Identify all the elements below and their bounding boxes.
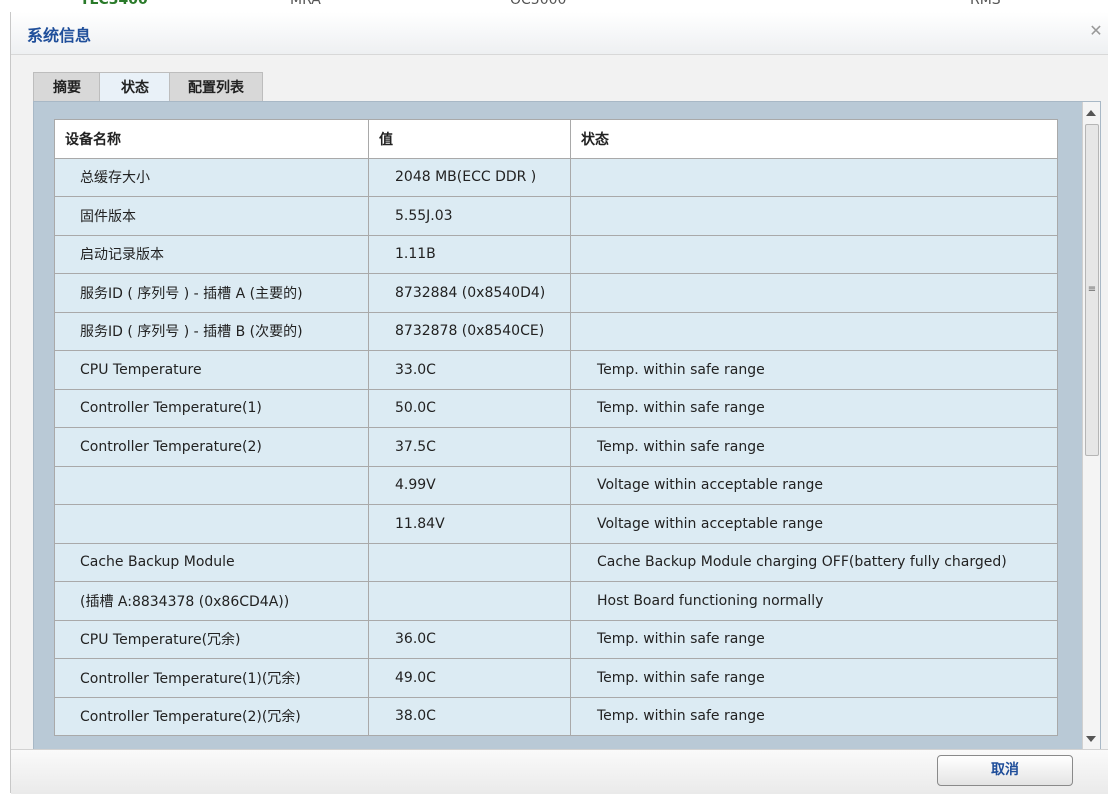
table-row: 总缓存大小 2048 MB(ECC DDR ) — [54, 157, 1058, 197]
value-cell: 49.0C — [368, 658, 571, 698]
table-row: Controller Temperature(2) 37.5C Temp. with… — [54, 427, 1058, 467]
status-cell: Cache Backup Module charging OFF(battery… — [570, 542, 1058, 582]
device-name-cell — [54, 504, 369, 544]
device-name-cell: Controller Temperature(2)(冗余) — [54, 696, 369, 736]
table-row: Controller Temperature(1) 50.0C Temp. with… — [54, 388, 1058, 428]
status-panel: 设备名称 值 状态 总缓存大小 2048 MB(ECC DDR ) 固件版本 5.55… — [33, 101, 1101, 751]
value-cell: 33.0C — [368, 350, 571, 390]
table-row: 服务ID ( 序列号 ) - 插槽 A (主要的) 8732884 (0x8540… — [54, 273, 1058, 313]
value-cell — [368, 581, 571, 621]
table-row: CPU Temperature 33.0C Temp. within safe ra… — [54, 350, 1058, 390]
device-name-cell: CPU Temperature — [54, 350, 369, 390]
value-cell: 36.0C — [368, 619, 571, 659]
value-cell: 2048 MB(ECC DDR ) — [368, 157, 571, 197]
device-name-cell: 启动记录版本 — [54, 234, 369, 274]
status-table-container: 设备名称 值 状态 总缓存大小 2048 MB(ECC DDR ) 固件版本 5.55… — [54, 119, 1058, 736]
status-cell: Host Board functioning normally — [570, 581, 1058, 621]
scroll-down-arrow-icon[interactable] — [1086, 736, 1096, 742]
tab-status[interactable]: 状态 — [99, 72, 171, 104]
device-name-cell: Cache Backup Module — [54, 542, 369, 582]
value-cell: 1.11B — [368, 234, 571, 274]
device-name-cell: (插槽 A:8834378 (0x86CD4A)) — [54, 581, 369, 621]
table-row: Controller Temperature(1)(冗余) 49.0C Temp. … — [54, 658, 1058, 698]
device-name-cell: 固件版本 — [54, 196, 369, 236]
table-row: Cache Backup Module Cache Backup Module c… — [54, 542, 1058, 582]
device-name-cell: 总缓存大小 — [54, 157, 369, 197]
status-cell: Voltage within acceptable range — [570, 504, 1058, 544]
status-cell: Temp. within safe range — [570, 388, 1058, 428]
background-text: OC5000 — [510, 0, 567, 8]
column-header-device-name: 设备名称 — [54, 119, 369, 159]
scrollbar-thumb[interactable]: ≡ — [1085, 124, 1099, 456]
table-row: 服务ID ( 序列号 ) - 插槽 B (次要的) 8732878 (0x8540… — [54, 311, 1058, 351]
value-cell — [368, 542, 571, 582]
status-cell — [570, 157, 1058, 197]
value-cell: 8732878 (0x8540CE) — [368, 311, 571, 351]
background-text: RMS — [970, 0, 1001, 8]
status-cell: Voltage within acceptable range — [570, 465, 1058, 505]
tab-config-list[interactable]: 配置列表 — [169, 72, 263, 103]
value-cell: 50.0C — [368, 388, 571, 428]
device-name-cell: Controller Temperature(1)(冗余) — [54, 658, 369, 698]
value-cell: 38.0C — [368, 696, 571, 736]
vertical-scrollbar[interactable]: ≡ — [1082, 102, 1100, 750]
table-body: 总缓存大小 2048 MB(ECC DDR ) 固件版本 5.55J.03 启动记录版本… — [54, 157, 1058, 736]
table-row: (插槽 A:8834378 (0x86CD4A)) Host Board func… — [54, 581, 1058, 621]
status-cell: Temp. within safe range — [570, 350, 1058, 390]
dialog-titlebar: 系统信息 ✕ — [11, 12, 1108, 55]
close-icon[interactable]: ✕ — [1087, 22, 1105, 40]
column-header-status: 状态 — [570, 119, 1058, 159]
tab-summary[interactable]: 摘要 — [33, 72, 101, 103]
dialog-footer: 取消 — [11, 749, 1108, 794]
background-text: MRA — [290, 0, 321, 8]
cancel-button[interactable]: 取消 — [937, 755, 1073, 786]
status-cell — [570, 234, 1058, 274]
device-name-cell: Controller Temperature(2) — [54, 427, 369, 467]
system-info-dialog: 系统信息 ✕ 摘要 状态 配置列表 设备名称 值 状态 总缓存大小 2048 M… — [10, 12, 1108, 794]
table-row: 固件版本 5.55J.03 — [54, 196, 1058, 236]
table-row: CPU Temperature(冗余) 36.0C Temp. within saf… — [54, 619, 1058, 659]
value-cell: 8732884 (0x8540D4) — [368, 273, 571, 313]
status-cell — [570, 196, 1058, 236]
column-header-value: 值 — [368, 119, 571, 159]
background-window-fragment: TLC3400 MRA OC5000 RMS — [0, 0, 1108, 12]
device-name-cell: 服务ID ( 序列号 ) - 插槽 A (主要的) — [54, 273, 369, 313]
scroll-up-arrow-icon[interactable] — [1086, 110, 1096, 116]
status-cell — [570, 311, 1058, 351]
value-cell: 11.84V — [368, 504, 571, 544]
status-cell: Temp. within safe range — [570, 427, 1058, 467]
table-row: 4.99V Voltage within acceptable range — [54, 465, 1058, 505]
table-row: 11.84V Voltage within acceptable range — [54, 504, 1058, 544]
status-cell: Temp. within safe range — [570, 658, 1058, 698]
grip-icon: ≡ — [1087, 284, 1097, 295]
value-cell: 4.99V — [368, 465, 571, 505]
table-header-row: 设备名称 值 状态 — [54, 119, 1058, 159]
status-table: 设备名称 值 状态 总缓存大小 2048 MB(ECC DDR ) 固件版本 5.55… — [54, 119, 1058, 736]
device-name-cell: 服务ID ( 序列号 ) - 插槽 B (次要的) — [54, 311, 369, 351]
device-name-cell: CPU Temperature(冗余) — [54, 619, 369, 659]
table-row: 启动记录版本 1.11B — [54, 234, 1058, 274]
value-cell: 37.5C — [368, 427, 571, 467]
device-name-cell: Controller Temperature(1) — [54, 388, 369, 428]
status-cell — [570, 273, 1058, 313]
status-cell: Temp. within safe range — [570, 696, 1058, 736]
status-cell: Temp. within safe range — [570, 619, 1058, 659]
device-name-cell — [54, 465, 369, 505]
table-row: Controller Temperature(2)(冗余) 38.0C Temp. … — [54, 696, 1058, 736]
value-cell: 5.55J.03 — [368, 196, 571, 236]
dialog-title: 系统信息 — [27, 26, 92, 45]
background-text: TLC3400 — [80, 0, 148, 8]
